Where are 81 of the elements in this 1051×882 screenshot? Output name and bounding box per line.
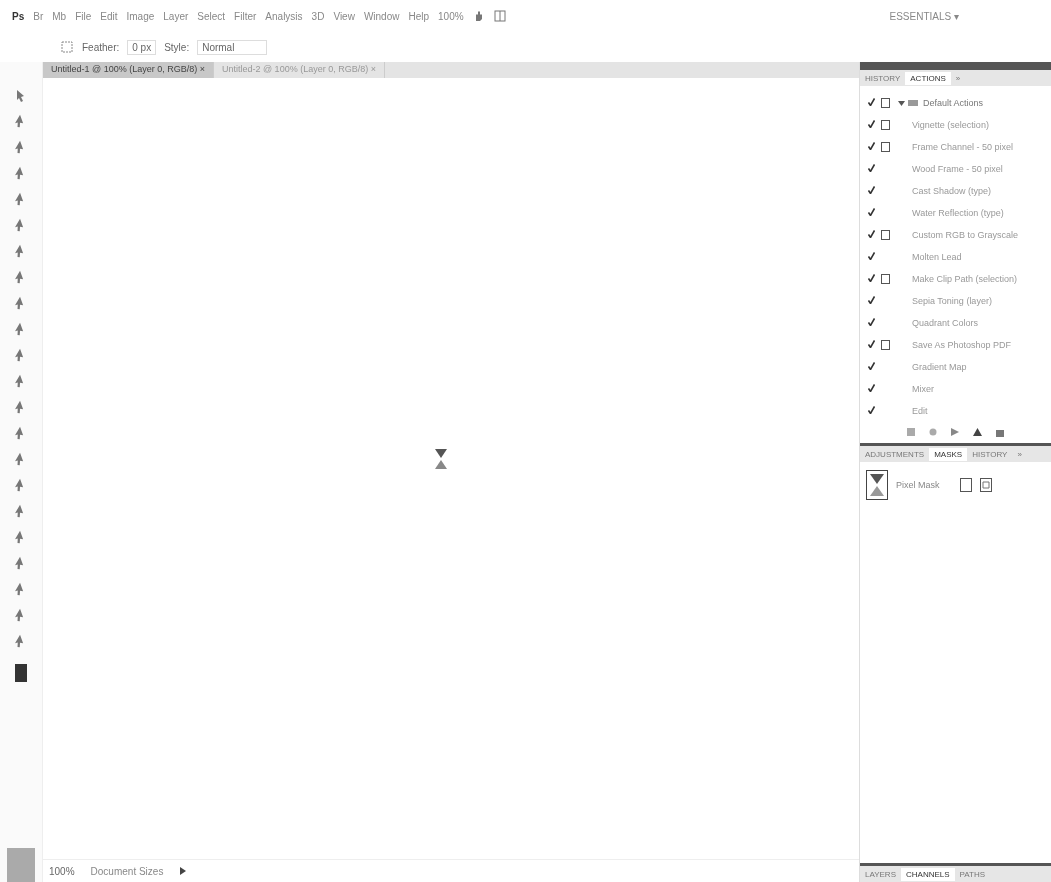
folder-icon: [908, 100, 918, 106]
panel-tab[interactable]: HISTORY: [860, 71, 906, 85]
menu-item[interactable]: Image: [126, 10, 155, 22]
panel-tab[interactable]: »: [1012, 447, 1027, 461]
checkmark-icon[interactable]: [868, 274, 875, 282]
action-item[interactable]: Sepia Toning (layer): [912, 296, 992, 306]
menu-item[interactable]: Mb: [52, 10, 67, 22]
mask-thumbnail-icon: [866, 470, 888, 500]
action-item[interactable]: Quadrant Colors: [912, 318, 979, 328]
checkmark-icon[interactable]: [868, 98, 875, 106]
panel-tab[interactable]: PATHS: [954, 867, 991, 881]
dialog-toggle[interactable]: [881, 230, 890, 240]
action-item[interactable]: Gradient Map: [912, 362, 967, 372]
panel-tab[interactable]: MASKS: [929, 447, 968, 461]
action-item[interactable]: Molten Lead: [912, 252, 962, 262]
action-item[interactable]: Custom RGB to Grayscale: [912, 230, 1019, 240]
foreground-color-swatch[interactable]: [15, 664, 27, 682]
action-item[interactable]: Cast Shadow (type): [912, 186, 992, 196]
checkmark-icon[interactable]: [868, 340, 875, 348]
dialog-toggle[interactable]: [881, 98, 890, 108]
panel-tab[interactable]: ACTIONS: [905, 71, 951, 85]
checkmark-icon[interactable]: [868, 252, 875, 260]
zoom-level[interactable]: 100%: [438, 10, 464, 22]
checkmark-icon[interactable]: [868, 296, 875, 304]
menu-item[interactable]: Analysis: [265, 10, 303, 22]
dialog-toggle[interactable]: [881, 340, 890, 350]
action-item[interactable]: Save As Photoshop PDF: [912, 340, 1012, 350]
panel-tab[interactable]: HISTORY: [967, 447, 1013, 461]
pixel-mask-icon[interactable]: [959, 478, 972, 492]
menu-item[interactable]: View: [333, 10, 355, 22]
feather-label: Feather:: [82, 41, 120, 53]
mask-label: Pixel Mask: [896, 480, 940, 490]
action-item[interactable]: Default Actions: [923, 98, 984, 108]
checkmark-icon[interactable]: [868, 406, 875, 414]
dialog-toggle[interactable]: [881, 120, 890, 130]
panel-tab[interactable]: ADJUSTMENTS: [860, 447, 930, 461]
checkmark-icon[interactable]: [868, 384, 875, 392]
action-item[interactable]: Water Reflection (type): [912, 208, 1004, 218]
style-label: Style:: [164, 41, 190, 53]
panel-tab[interactable]: LAYERS: [860, 867, 901, 881]
document-tab[interactable]: Untitled-1 @ 100% (Layer 0, RGB/8) ×: [43, 62, 214, 78]
record-icon[interactable]: [929, 428, 937, 436]
action-item[interactable]: Frame Channel - 50 pixel: [912, 142, 1014, 152]
checkmark-icon[interactable]: [868, 208, 875, 216]
checkmark-icon[interactable]: [868, 230, 875, 238]
menu-item[interactable]: Layer: [163, 10, 189, 22]
feather-field[interactable]: 0 px: [127, 39, 157, 55]
menu-item[interactable]: Help: [408, 10, 430, 22]
workspace-switcher[interactable]: ESSENTIALS ▾: [889, 10, 959, 22]
checkmark-icon[interactable]: [868, 186, 875, 194]
expand-arrow-icon[interactable]: [898, 99, 905, 107]
action-item[interactable]: Vignette (selection): [912, 120, 989, 130]
dialog-toggle[interactable]: [881, 274, 890, 284]
style-dropdown[interactable]: Normal: [197, 39, 268, 55]
checkmark-icon[interactable]: [868, 362, 875, 370]
dialog-toggle[interactable]: [881, 142, 890, 152]
action-item[interactable]: Mixer: [912, 384, 934, 394]
app-logo[interactable]: Ps: [12, 10, 25, 22]
grid-icon[interactable]: [493, 10, 506, 22]
menu-item[interactable]: Window: [363, 10, 400, 22]
menu-item[interactable]: Filter: [234, 10, 257, 22]
checkmark-icon[interactable]: [868, 164, 875, 172]
action-item[interactable]: Edit: [912, 406, 928, 416]
panel-tab[interactable]: CHANNELS: [901, 867, 955, 881]
menu-item[interactable]: Select: [197, 10, 226, 22]
menu-item[interactable]: File: [75, 10, 92, 22]
action-item[interactable]: Wood Frame - 50 pixel: [912, 164, 1003, 174]
hourglass-icon: [434, 447, 448, 470]
menu-item[interactable]: Edit: [100, 10, 118, 22]
action-item[interactable]: Make Clip Path (selection): [912, 274, 1018, 284]
menu-item[interactable]: 3D: [311, 10, 325, 22]
menu-item[interactable]: Br: [33, 10, 44, 22]
triangle-icon[interactable]: [179, 866, 188, 876]
checkmark-icon[interactable]: [868, 120, 875, 128]
play-icon[interactable]: [951, 428, 959, 436]
checkmark-icon[interactable]: [868, 142, 875, 150]
zoom-readout: 100%: [49, 865, 75, 877]
vector-mask-icon[interactable]: [979, 478, 992, 492]
status-info[interactable]: Document Sizes: [90, 865, 164, 877]
panel-tab[interactable]: »: [950, 71, 966, 85]
checkmark-icon[interactable]: [868, 318, 875, 326]
